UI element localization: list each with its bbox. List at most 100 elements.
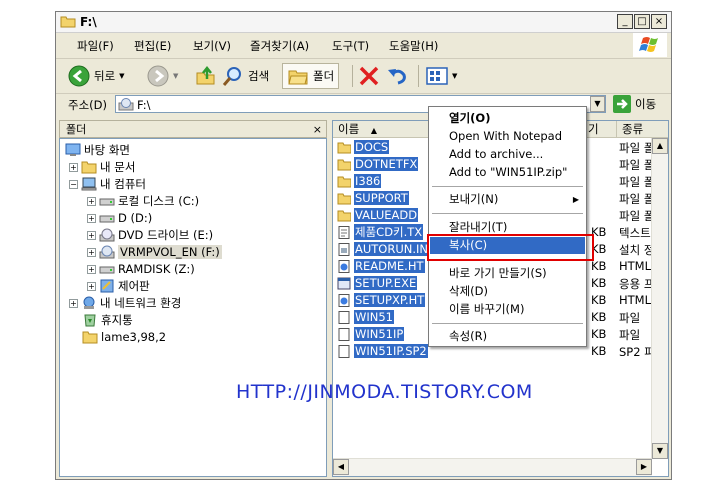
file-name: I386 (354, 174, 382, 188)
search-button[interactable]: 검색 (222, 63, 269, 89)
tree-node-recycle-bin[interactable]: 휴지통 (82, 312, 133, 328)
views-button[interactable]: ▼ (426, 63, 457, 89)
tree-node-control-panel[interactable]: + 제어판 (87, 278, 150, 294)
toolbar-divider (352, 65, 353, 87)
horizontal-scrollbar[interactable]: ◀ ▶ (333, 458, 652, 476)
expand-toggle[interactable]: + (87, 264, 96, 274)
ctx-properties[interactable]: 속성(R) (430, 328, 585, 345)
go-label: 이동 (635, 97, 657, 111)
scroll-up-button[interactable]: ▲ (652, 138, 668, 154)
ctx-open-with-notepad[interactable]: Open With Notepad (430, 128, 585, 145)
expand-toggle[interactable]: + (69, 162, 78, 172)
ctx-delete[interactable]: 삭제(D) (430, 283, 585, 300)
title-bar[interactable]: F:\ _ □ × (56, 12, 671, 33)
ctx-separator (432, 213, 583, 214)
ctx-add-to-zip[interactable]: Add to "WIN51IP.zip" (430, 164, 585, 181)
up-folder-button[interactable] (195, 63, 217, 89)
hard-drive-icon (99, 211, 115, 225)
expand-toggle[interactable]: + (87, 230, 96, 240)
tree-node-drive-z[interactable]: + RAMDISK (Z:) (87, 261, 195, 277)
desktop-icon (65, 143, 81, 157)
tree-node-my-documents[interactable]: + 내 문서 (69, 159, 135, 175)
forward-button[interactable]: ▼ (147, 63, 178, 89)
cd-drive-icon (118, 98, 134, 111)
file-name-cell: WIN51IP (337, 326, 405, 342)
hard-drive-icon (99, 262, 115, 276)
ctx-open[interactable]: 열기(O) (430, 110, 585, 127)
menu-favorites[interactable]: 즐겨찾기(A) (250, 38, 309, 54)
minimize-button[interactable]: _ (617, 14, 633, 29)
file-name-cell: VALUEADD (337, 207, 419, 223)
undo-button[interactable] (386, 63, 408, 89)
folder-icon (81, 160, 97, 174)
file-icon (337, 327, 351, 341)
tree-node-drive-e[interactable]: + DVD 드라이브 (E:) (87, 227, 213, 243)
tree-node-drive-d[interactable]: + D (D:) (87, 210, 152, 226)
file-name: AUTORUN.IN (354, 242, 430, 256)
file-name: WIN51IP.SP2 (354, 344, 428, 358)
scroll-down-button[interactable]: ▼ (652, 443, 668, 459)
expand-toggle[interactable]: + (69, 298, 78, 308)
toolbar-divider (418, 65, 419, 87)
windows-logo-icon (633, 33, 667, 57)
file-name: VALUEADD (354, 208, 419, 222)
menu-edit[interactable]: 편집(E) (134, 38, 171, 54)
menu-view[interactable]: 보기(V) (193, 38, 231, 54)
back-button[interactable]: 뒤로 ▼ (68, 63, 125, 89)
ctx-create-shortcut[interactable]: 바로 가기 만들기(S) (430, 265, 585, 282)
ctx-send-to[interactable]: 보내기(N) ▶ (430, 191, 585, 208)
expand-toggle[interactable]: + (87, 247, 96, 257)
tree-node-my-computer[interactable]: − 내 컴퓨터 (69, 176, 146, 192)
file-name: DOTNETFX (354, 157, 419, 171)
scroll-right-button[interactable]: ▶ (636, 459, 652, 475)
folder-tree: 바탕 화면 + 내 문서 − 내 컴퓨터 + 로컬 디스크 (C:) + D (… (59, 138, 327, 477)
highlight-box (427, 234, 594, 261)
watermark-text: HTTP://JINMODA.TISTORY.COM (236, 381, 533, 403)
html-file-icon (337, 293, 351, 307)
tree-node-lame-folder[interactable]: lame3,98,2 (82, 329, 166, 345)
file-name: DOCS (354, 140, 390, 154)
scroll-left-button[interactable]: ◀ (333, 459, 349, 475)
file-name-cell: SETUPXP.HT (337, 292, 426, 308)
folder-icon (82, 330, 98, 344)
network-icon (81, 296, 97, 310)
ctx-rename[interactable]: 이름 바꾸기(M) (430, 301, 585, 318)
go-arrow-icon (613, 95, 631, 113)
collapse-toggle[interactable]: − (69, 179, 78, 189)
expand-toggle[interactable]: + (87, 281, 96, 291)
vertical-scrollbar[interactable]: ▲ ▼ (651, 138, 668, 459)
hard-drive-icon (99, 194, 115, 208)
close-button[interactable]: × (651, 14, 667, 29)
tree-node-drive-c[interactable]: + 로컬 디스크 (C:) (87, 193, 199, 209)
tree-node-drive-f[interactable]: + VRMPVOL_EN (F:) (87, 244, 222, 260)
menu-file[interactable]: 파일(F) (77, 38, 114, 54)
file-size: KB (591, 259, 607, 273)
menu-tools[interactable]: 도구(T) (332, 38, 369, 54)
tree-node-network[interactable]: + 내 네트워크 환경 (69, 295, 181, 311)
column-header-size[interactable]: 기 (583, 121, 617, 138)
go-button[interactable]: 이동 (613, 95, 656, 113)
column-header-type[interactable]: 종류 (617, 121, 668, 138)
file-name: SUPPORT (354, 191, 409, 205)
tree-node-desktop[interactable]: 바탕 화면 (65, 142, 130, 158)
expand-toggle[interactable]: + (87, 213, 96, 223)
back-arrow-icon (68, 65, 90, 87)
forward-arrow-icon (147, 65, 169, 87)
folders-button[interactable]: 폴더 (282, 63, 340, 89)
file-size: KB (591, 310, 607, 324)
file-type: 파일 (619, 311, 641, 325)
maximize-button[interactable]: □ (634, 14, 650, 29)
text-file-icon (337, 225, 351, 239)
folders-label: 폴더 (313, 69, 335, 83)
ctx-separator (432, 186, 583, 187)
ctx-add-to-archive[interactable]: Add to archive... (430, 146, 585, 163)
folder-pane-title: 폴더 (66, 123, 87, 136)
delete-button[interactable] (358, 63, 380, 89)
expand-toggle[interactable]: + (87, 196, 96, 206)
submenu-arrow-icon: ▶ (572, 195, 579, 204)
address-dropdown-button[interactable]: ▼ (590, 96, 605, 112)
close-pane-icon[interactable]: × (313, 121, 322, 139)
menu-help[interactable]: 도움말(H) (389, 38, 438, 54)
setup-info-icon (337, 242, 351, 256)
file-name: README.HT (354, 259, 425, 273)
